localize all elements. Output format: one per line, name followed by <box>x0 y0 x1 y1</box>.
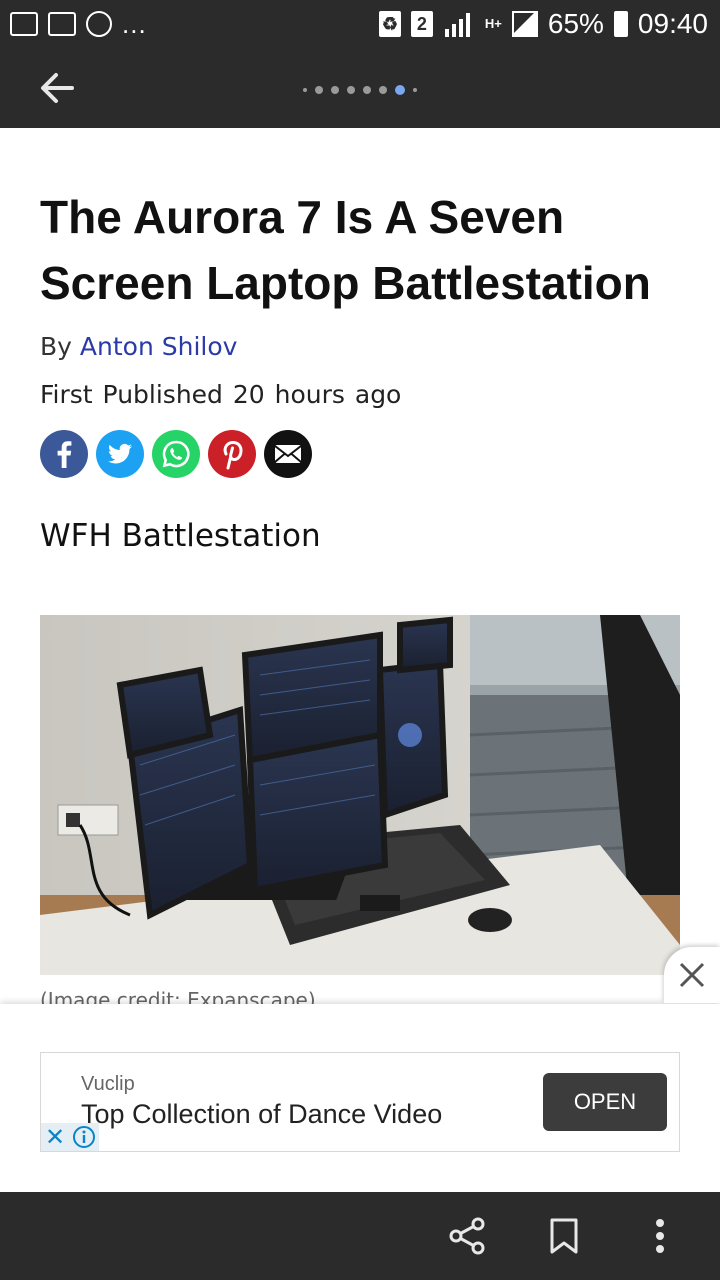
more-notifications-indicator: ... <box>122 8 147 39</box>
whatsapp-share-button[interactable] <box>152 430 200 478</box>
battery-percent: 65% <box>547 8 604 39</box>
page-dot <box>413 88 417 92</box>
published-label: First Published <box>40 380 223 409</box>
pinterest-share-button[interactable] <box>208 430 256 478</box>
network-type: H+ <box>484 16 502 31</box>
image-credit: (Image credit: Expanscape) <box>40 988 316 1004</box>
ad-banner[interactable]: Vuclip Top Collection of Dance Video OPE… <box>40 1052 680 1152</box>
status-system-icons: ♻ 2 H+ 65% 09:40 <box>378 8 720 40</box>
published-info: First Published 20 hours ago <box>40 380 401 409</box>
article-title: The Aurora 7 Is A Seven Screen Laptop Ba… <box>40 191 651 309</box>
battery-icon <box>613 11 628 37</box>
ad-headline: Top Collection of Dance Video <box>81 1099 443 1129</box>
share-icon <box>449 1217 485 1255</box>
email-share-button[interactable] <box>264 430 312 478</box>
phone-notification-icon <box>86 11 112 37</box>
page-dot <box>363 86 371 94</box>
adchoices-close-icon[interactable]: ✕ <box>41 1123 69 1151</box>
bottom-toolbar <box>0 1192 720 1280</box>
more-options-button[interactable] <box>640 1216 680 1256</box>
share-buttons <box>40 430 312 478</box>
pinterest-icon <box>223 441 243 470</box>
ad-close-button[interactable] <box>664 947 720 1003</box>
sim-badge: 2 <box>410 11 433 37</box>
email-icon <box>274 445 302 463</box>
app-bar <box>0 48 720 128</box>
clock: 09:40 <box>637 8 708 39</box>
page-dot <box>303 88 307 92</box>
page-dot <box>347 86 355 94</box>
facebook-icon <box>57 441 72 468</box>
status-bar: ... ♻ 2 H+ 65% 09:40 <box>0 0 720 48</box>
published-time: 20 hours ago <box>232 380 402 409</box>
page-indicator <box>0 85 720 95</box>
author-link[interactable]: Anton Shilov <box>80 332 238 361</box>
laptop-photo-illustration <box>40 615 680 975</box>
facebook-share-button[interactable] <box>40 430 88 478</box>
whatsapp-icon <box>162 440 190 468</box>
byline: By Anton Shilov <box>40 332 237 361</box>
close-icon <box>679 962 705 988</box>
ad-advertiser: Vuclip <box>81 1073 135 1095</box>
gallery-notification-icon <box>10 12 38 36</box>
twitter-icon <box>108 443 132 464</box>
calendar-notification-icon <box>48 12 76 36</box>
adchoices: ✕ <box>41 1123 99 1151</box>
page-dot <box>315 86 323 94</box>
status-notification-icons: ... <box>0 9 147 40</box>
page-dot <box>379 86 387 94</box>
article-subheading: WFH Battlestation <box>40 518 321 554</box>
page-dot <box>331 86 339 94</box>
recycle-icon: ♻ <box>378 11 401 37</box>
signal-strength-icon <box>443 11 475 37</box>
ad-open-button[interactable]: OPEN <box>543 1073 667 1131</box>
twitter-share-button[interactable] <box>96 430 144 478</box>
bookmark-icon <box>550 1218 578 1254</box>
more-vert-icon <box>656 1219 664 1253</box>
share-button[interactable] <box>448 1216 488 1256</box>
page-dot <box>395 85 405 95</box>
bookmark-button[interactable] <box>544 1216 584 1256</box>
signal-strength-2-icon <box>511 11 538 37</box>
adchoices-info-icon[interactable] <box>69 1123 99 1151</box>
byline-prefix: By <box>40 332 72 361</box>
article-image[interactable] <box>40 615 680 975</box>
